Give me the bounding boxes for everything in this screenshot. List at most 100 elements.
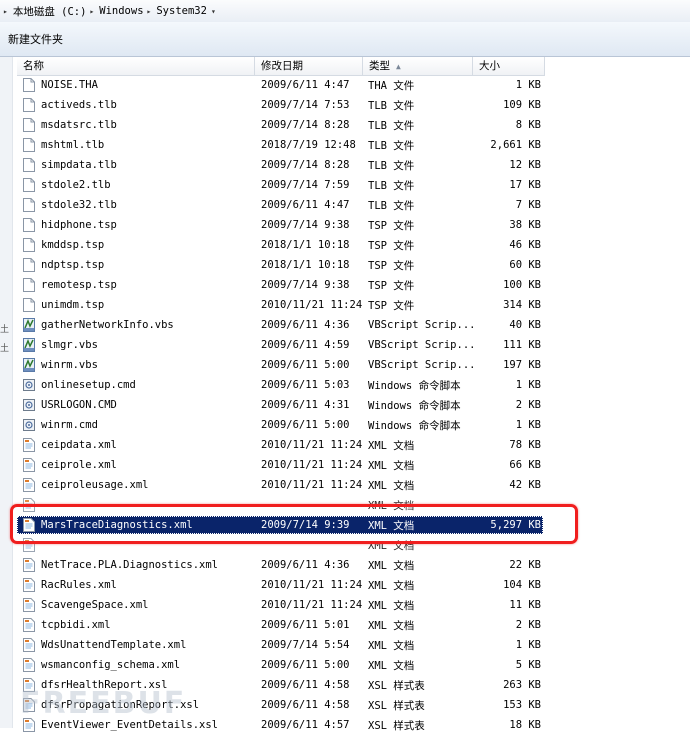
file-name: winrm.vbs <box>41 359 98 371</box>
file-name: tcpbidi.xml <box>41 619 111 631</box>
file-name-cell[interactable]: hidphone.tsp <box>17 218 255 232</box>
file-name-cell[interactable]: stdole2.tlb <box>17 178 255 192</box>
file-name-cell[interactable]: simpdata.tlb <box>17 158 255 172</box>
file-row[interactable]: ScavengeSpace.xml 2010/11/21 11:24 XML 文档 1… <box>17 596 543 614</box>
file-row[interactable]: slmgr.vbs 2009/6/11 4:59 VBScript Scrip...… <box>17 336 543 354</box>
file-type: XML 文档 <box>368 619 415 632</box>
file-name-cell[interactable]: ndptsp.tsp <box>17 258 255 272</box>
file-date: 2018/7/19 12:48 <box>261 139 356 151</box>
file-name-cell[interactable]: RacRules.xml <box>17 578 255 592</box>
nav-item-fragment[interactable]: 土 <box>0 322 9 335</box>
file-date: 2009/6/11 5:00 <box>261 419 350 431</box>
file-row[interactable]: USRLOGON.CMD 2009/6/11 4:31 Windows 命令脚本 2 … <box>17 396 543 414</box>
file-name-cell[interactable]: gatherNetworkInfo.vbs <box>17 318 255 332</box>
file-type: TLB 文件 <box>368 159 415 172</box>
file-date: 2009/6/11 5:00 <box>261 659 350 671</box>
file-name-cell[interactable]: slmgr.vbs <box>17 338 255 352</box>
new-folder-button[interactable]: 新建文件夹 <box>6 29 65 49</box>
file-name-cell[interactable]: kmddsp.tsp <box>17 238 255 252</box>
file-row[interactable]: NOISE.THA 2009/6/11 4:47 THA 文件 1 KB <box>17 76 543 94</box>
file-row[interactable]: unimdm.tsp 2010/11/21 11:24 TSP 文件 314 KB <box>17 296 543 314</box>
file-row[interactable]: kmddsp.tsp 2018/1/1 10:18 TSP 文件 46 KB <box>17 236 543 254</box>
file-row[interactable]: stdole2.tlb 2009/7/14 7:59 TLB 文件 17 KB <box>17 176 543 194</box>
file-name-cell[interactable]: unimdm.tsp <box>17 298 255 312</box>
chevron-down-icon[interactable]: ▾ <box>211 7 216 16</box>
file-name-cell[interactable]: remotesp.tsp <box>17 278 255 292</box>
file-name: ndptsp.tsp <box>41 259 105 271</box>
file-row[interactable]: winrm.vbs 2009/6/11 5:00 VBScript Scrip...… <box>17 356 543 374</box>
file-type: Windows 命令脚本 <box>368 419 461 432</box>
file-row[interactable]: simpdata.tlb 2009/7/14 8:28 TLB 文件 12 KB <box>17 156 543 174</box>
file-type: TLB 文件 <box>368 119 415 132</box>
file-date: 2009/6/11 4:58 <box>261 679 350 691</box>
file-row[interactable]: wsmanconfig_schema.xml 2009/6/11 5:00 XML … <box>17 656 543 674</box>
file-row[interactable]: activeds.tlb 2009/7/14 7:53 TLB 文件 109 KB <box>17 96 543 114</box>
file-icon <box>23 158 35 172</box>
breadcrumb-system32[interactable]: System32 <box>156 5 207 17</box>
file-name-cell[interactable]: wsmanconfig_schema.xml <box>17 658 255 672</box>
file-row[interactable]: ceipdata.xml 2010/11/21 11:24 XML 文档 78 KB <box>17 436 543 454</box>
file-name: msdatsrc.tlb <box>41 119 117 131</box>
file-type: TSP 文件 <box>368 219 415 232</box>
file-name-cell[interactable]: tcpbidi.xml <box>17 618 255 632</box>
file-row[interactable]: stdole32.tlb 2009/6/11 4:47 TLB 文件 7 KB <box>17 196 543 214</box>
file-name-cell[interactable]: mshtml.tlb <box>17 138 255 152</box>
file-name-cell[interactable]: ceiprole.xml <box>17 458 255 472</box>
breadcrumb-windows[interactable]: Windows <box>99 5 143 17</box>
chevron-right-icon[interactable]: ▸ <box>3 7 8 16</box>
vbscript-icon <box>23 358 35 372</box>
file-name-cell[interactable]: NOISE.THA <box>17 78 255 92</box>
file-name: USRLOGON.CMD <box>41 399 117 411</box>
file-date: 2009/6/11 4:47 <box>261 79 350 91</box>
file-size: 111 KB <box>503 339 541 351</box>
file-row[interactable]: WdsUnattendTemplate.xml 2009/7/14 5:54 XML… <box>17 636 543 654</box>
chevron-right-icon[interactable]: ▸ <box>147 7 152 16</box>
file-name-cell[interactable]: activeds.tlb <box>17 98 255 112</box>
file-name-cell[interactable]: winrm.cmd <box>17 418 255 432</box>
file-size: 42 KB <box>509 479 541 491</box>
file-row[interactable]: msdatsrc.tlb 2009/7/14 8:28 TLB 文件 8 KB <box>17 116 543 134</box>
file-size: 46 KB <box>509 239 541 251</box>
file-date: 2010/11/21 11:24 <box>261 479 363 491</box>
file-name-cell[interactable]: WdsUnattendTemplate.xml <box>17 638 255 652</box>
file-name-cell[interactable]: USRLOGON.CMD <box>17 398 255 412</box>
file-date: 2009/7/14 8:28 <box>261 159 350 171</box>
file-row[interactable]: gatherNetworkInfo.vbs 2009/6/11 4:36 VBScr… <box>17 316 543 334</box>
file-row[interactable]: RacRules.xml 2010/11/21 11:24 XML 文档 104 KB <box>17 576 543 594</box>
file-row[interactable]: winrm.cmd 2009/6/11 5:00 Windows 命令脚本 1 KB <box>17 416 543 434</box>
file-row[interactable]: ceiproleusage.xml 2010/11/21 11:24 XML 文档 4… <box>17 476 543 494</box>
column-header-date[interactable]: 修改日期 <box>255 57 363 75</box>
file-name: unimdm.tsp <box>41 299 105 311</box>
file-row[interactable]: hidphone.tsp 2009/7/14 9:38 TSP 文件 38 KB <box>17 216 543 234</box>
file-name-cell[interactable]: ceipdata.xml <box>17 438 255 452</box>
file-name-cell[interactable]: stdole32.tlb <box>17 198 255 212</box>
navigation-pane-edge[interactable]: 土 土 <box>0 57 13 728</box>
file-size: 40 KB <box>509 319 541 331</box>
file-name-cell[interactable]: NetTrace.PLA.Diagnostics.xml <box>17 558 255 572</box>
address-bar[interactable]: ▸ 本地磁盘 (C:) ▸ Windows ▸ System32 ▾ <box>0 0 690 23</box>
file-row[interactable]: onlinesetup.cmd 2009/6/11 5:03 Windows 命令脚… <box>17 376 543 394</box>
column-header-name[interactable]: 名称 <box>17 57 255 75</box>
file-size: 66 KB <box>509 459 541 471</box>
breadcrumb-drive[interactable]: 本地磁盘 (C:) <box>13 4 87 19</box>
file-name-cell[interactable]: msdatsrc.tlb <box>17 118 255 132</box>
file-row[interactable]: NetTrace.PLA.Diagnostics.xml 2009/6/11 4:… <box>17 556 543 574</box>
file-type: XML 文档 <box>368 639 415 652</box>
file-name-cell[interactable]: ScavengeSpace.xml <box>17 598 255 612</box>
file-name-cell[interactable]: ceiproleusage.xml <box>17 478 255 492</box>
file-row[interactable]: tcpbidi.xml 2009/6/11 5:01 XML 文档 2 KB <box>17 616 543 634</box>
xml-icon <box>23 638 35 652</box>
file-name-cell[interactable]: onlinesetup.cmd <box>17 378 255 392</box>
file-row[interactable]: ceiprole.xml 2010/11/21 11:24 XML 文档 66 KB <box>17 456 543 474</box>
file-type: TSP 文件 <box>368 259 415 272</box>
column-header-size[interactable]: 大小 <box>473 57 545 75</box>
file-name-cell[interactable]: winrm.vbs <box>17 358 255 372</box>
file-row[interactable]: ndptsp.tsp 2018/1/1 10:18 TSP 文件 60 KB <box>17 256 543 274</box>
chevron-right-icon[interactable]: ▸ <box>89 7 94 16</box>
file-row[interactable]: mshtml.tlb 2018/7/19 12:48 TLB 文件 2,661 KB <box>17 136 543 154</box>
file-date: 2009/7/14 8:28 <box>261 119 350 131</box>
column-header-type[interactable]: 类型 ▲ <box>363 57 473 75</box>
file-date: 2009/7/14 5:54 <box>261 639 350 651</box>
nav-item-fragment[interactable]: 土 <box>0 341 9 354</box>
file-row[interactable]: remotesp.tsp 2009/7/14 9:38 TSP 文件 100 KB <box>17 276 543 294</box>
